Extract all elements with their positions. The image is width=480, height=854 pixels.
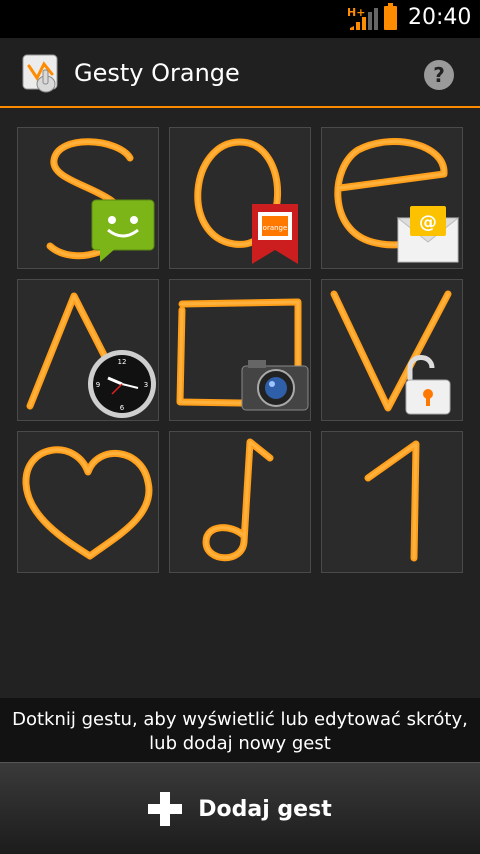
gesture-tile-one[interactable]: [321, 431, 463, 573]
help-icon: ?: [433, 63, 445, 87]
clock-icon: 12 3 6 9: [88, 350, 156, 418]
signal-icon: [350, 8, 378, 30]
svg-text:orange: orange: [263, 224, 288, 232]
svg-text:6: 6: [120, 404, 125, 412]
bottom-bar: Dodaj gest: [0, 762, 480, 854]
svg-text:9: 9: [96, 381, 100, 389]
clock-time: 20:40: [408, 5, 472, 30]
plus-icon: [148, 792, 183, 826]
svg-text:12: 12: [118, 358, 127, 366]
gesture-tile-s[interactable]: [17, 127, 159, 269]
hint-text: Dotknij gestu, aby wyświetlić lub edytow…: [0, 698, 480, 762]
help-button[interactable]: ?: [424, 60, 454, 90]
battery-icon: [384, 3, 397, 30]
status-bar: H+ 20:40: [0, 0, 480, 38]
gesture-tile-o[interactable]: orange: [169, 127, 311, 269]
action-bar: Gesty Orange ?: [0, 38, 480, 108]
email-icon: @: [396, 206, 460, 263]
svg-text:3: 3: [144, 381, 148, 389]
gesture-one-stroke: [364, 440, 420, 562]
gesture-grid: orange @ 12 3 6 9: [17, 127, 463, 573]
messaging-icon: [91, 199, 155, 262]
app-gesture-icon: [22, 54, 58, 93]
gesture-tile-e[interactable]: @: [321, 127, 463, 269]
app-title: Gesty Orange: [74, 59, 240, 87]
orange-bookmark-icon: orange: [252, 204, 298, 264]
gesture-tile-v[interactable]: [321, 279, 463, 421]
add-gesture-label: Dodaj gest: [198, 796, 332, 822]
gesture-heart-stroke: [22, 446, 153, 560]
gesture-tile-heart[interactable]: [17, 431, 159, 573]
camera-icon: [241, 360, 309, 411]
gesture-tile-square[interactable]: [169, 279, 311, 421]
add-gesture-button[interactable]: Dodaj gest: [0, 763, 480, 854]
gesture-note-stroke: [202, 438, 274, 562]
gesture-tile-lambda[interactable]: 12 3 6 9: [17, 279, 159, 421]
unlock-icon: [405, 355, 451, 415]
gesture-tile-note[interactable]: [169, 431, 311, 573]
svg-text:@: @: [419, 212, 437, 233]
